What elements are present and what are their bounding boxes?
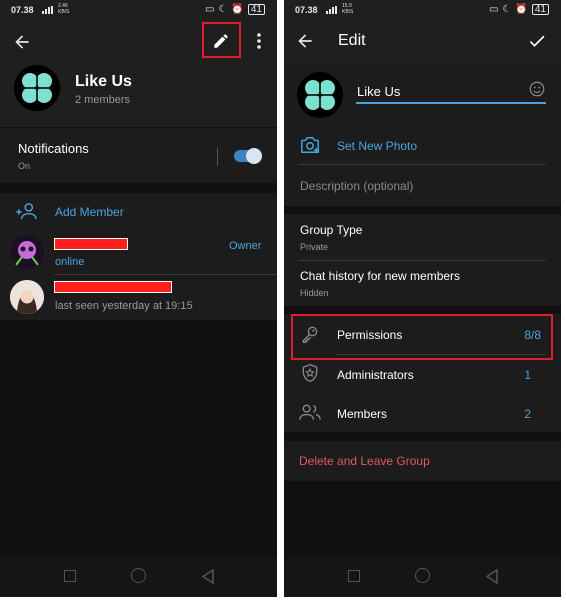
members-label: Members <box>337 407 388 421</box>
owner-badge: Owner <box>229 240 262 252</box>
notifications-value: On <box>18 161 31 171</box>
danger-section: Delete and Leave Group <box>284 441 561 481</box>
notifications-toggle[interactable] <box>234 148 262 164</box>
redacted-name <box>54 238 128 250</box>
moon-icon: ☾ <box>502 4 512 15</box>
more-menu-icon[interactable] <box>252 32 266 50</box>
notifications-label: Notifications <box>18 141 89 156</box>
home-icon[interactable] <box>415 568 430 583</box>
skull-avatar-icon <box>10 235 44 269</box>
members-count: 2 members <box>75 94 131 106</box>
home-icon[interactable] <box>131 568 146 583</box>
group-info-screen: 07.38 2.46 KB/S ▭ ☾ ⏰ 41 Like Us 2 membe… <box>0 0 277 597</box>
network-speed: 15.9 KB/S <box>342 3 354 15</box>
member-status: last seen yesterday at 19:15 <box>55 300 193 312</box>
clover-icon <box>305 80 335 110</box>
highlight-box <box>291 314 553 360</box>
members-value: 2 <box>524 407 531 421</box>
back-arrow-icon[interactable] <box>295 31 315 51</box>
system-nav-bar <box>284 557 561 597</box>
moon-icon: ☾ <box>218 4 228 15</box>
cast-icon: ▭ <box>205 4 215 15</box>
back-arrow-icon[interactable] <box>12 32 32 52</box>
status-time: 07.38 <box>11 5 34 15</box>
delete-leave-group-button[interactable]: Delete and Leave Group <box>299 454 430 468</box>
edit-profile-section: Like Us Set New Photo Description (optio… <box>284 64 561 206</box>
administrators-label: Administrators <box>337 368 414 382</box>
member-status: online <box>55 256 85 268</box>
member-avatar <box>10 235 44 269</box>
group-name: Like Us <box>75 73 132 90</box>
description-input[interactable]: Description (optional) <box>300 179 413 193</box>
signal-icon <box>326 6 337 14</box>
status-bar: 07.38 2.46 KB/S ▭ ☾ ⏰ 41 <box>0 0 277 20</box>
chat-history-label: Chat history for new members <box>300 269 461 283</box>
administrators-row[interactable]: Administrators 1 <box>284 355 561 393</box>
divider-vertical <box>217 148 218 166</box>
notifications-row[interactable]: Notifications On <box>0 128 277 183</box>
camera-add-icon <box>301 137 320 154</box>
members-section: Add Member online Owner last seen yester… <box>0 193 277 320</box>
group-type-value: Private <box>300 242 329 252</box>
member-row[interactable]: last seen yesterday at 19:15 <box>0 275 277 319</box>
group-type-row[interactable]: Group Type Private <box>284 214 561 260</box>
administrators-value: 1 <box>524 368 531 382</box>
highlight-box <box>202 22 241 58</box>
group-name-input[interactable]: Like Us <box>356 80 546 104</box>
alarm-icon: ⏰ <box>231 4 244 15</box>
recents-icon[interactable] <box>348 570 360 582</box>
members-row[interactable]: Members 2 <box>284 394 561 432</box>
clover-icon <box>22 73 52 103</box>
group-settings-section: Group Type Private Chat history for new … <box>284 214 561 306</box>
back-nav-icon[interactable] <box>485 569 499 584</box>
edit-group-screen: 07.38 15.9 KB/S ▭ ☾ ⏰ 41 Edit Like Us Se… <box>284 0 561 597</box>
status-bar: 07.38 15.9 KB/S ▭ ☾ ⏰ 41 <box>284 0 561 20</box>
shield-star-icon <box>302 363 318 383</box>
person-avatar-icon <box>10 280 44 314</box>
add-member-button[interactable]: Add Member <box>55 205 124 219</box>
checkmark-icon[interactable] <box>527 31 547 51</box>
edit-app-bar: Edit <box>284 20 561 64</box>
set-new-photo-button[interactable]: Set New Photo <box>337 139 417 153</box>
network-speed: 2.46 KB/S <box>58 3 70 15</box>
signal-icon <box>42 6 53 14</box>
member-avatar <box>10 280 44 314</box>
group-avatar[interactable] <box>297 72 343 118</box>
divider <box>299 164 546 165</box>
battery-icon: 41 <box>531 4 549 15</box>
back-nav-icon[interactable] <box>201 569 215 584</box>
group-type-label: Group Type <box>300 223 363 237</box>
system-nav-bar <box>0 557 277 597</box>
group-avatar[interactable] <box>14 65 60 111</box>
cast-icon: ▭ <box>489 4 499 15</box>
recents-icon[interactable] <box>64 570 76 582</box>
alarm-icon: ⏰ <box>515 4 528 15</box>
battery-icon: 41 <box>247 4 265 15</box>
emoji-icon[interactable] <box>528 80 546 98</box>
chat-history-row[interactable]: Chat history for new members Hidden <box>284 261 561 306</box>
chat-history-value: Hidden <box>300 288 329 298</box>
group-icon <box>299 404 321 420</box>
add-member-icon <box>16 203 37 220</box>
status-time: 07.38 <box>295 5 318 15</box>
member-row[interactable]: online Owner <box>0 229 277 273</box>
page-title: Edit <box>338 32 366 49</box>
redacted-name <box>54 281 172 293</box>
